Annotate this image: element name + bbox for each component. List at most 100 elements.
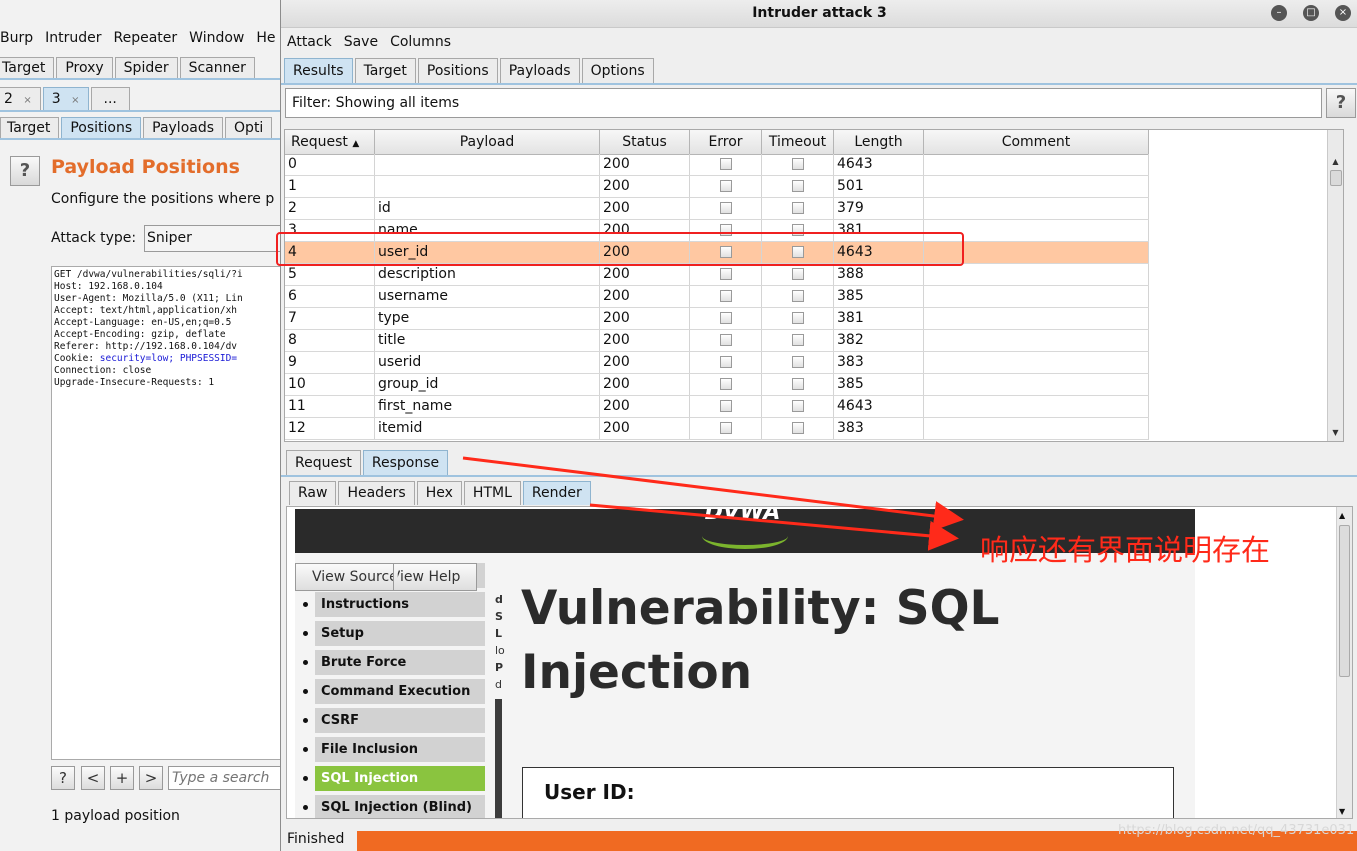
- subtab-positions[interactable]: Positions: [61, 117, 142, 138]
- tab-headers[interactable]: Headers: [338, 481, 415, 505]
- scroll-down-icon[interactable]: ▼: [1339, 807, 1345, 816]
- dvwa-menu-item[interactable]: CSRF: [299, 708, 489, 733]
- maximize-icon[interactable]: □: [1303, 5, 1319, 21]
- help-icon[interactable]: ?: [10, 156, 40, 186]
- menu-help[interactable]: He: [250, 28, 281, 50]
- tab-options[interactable]: Options: [581, 58, 654, 83]
- table-row[interactable]: 4 user_id 200 4643: [285, 242, 1149, 264]
- scroll-down-icon[interactable]: ▼: [1329, 427, 1342, 439]
- column-error[interactable]: Error: [690, 130, 762, 154]
- table-row[interactable]: 3 name 200 381: [285, 220, 1149, 242]
- cell-request: 9: [285, 352, 375, 373]
- scroll-thumb[interactable]: [1330, 170, 1342, 186]
- subtab-payloads[interactable]: Payloads: [143, 117, 224, 138]
- table-row[interactable]: 11 first_name 200 4643: [285, 396, 1149, 418]
- tab-request[interactable]: Request: [286, 450, 361, 475]
- add-button[interactable]: +: [110, 766, 134, 790]
- close-icon[interactable]: ×: [71, 95, 79, 106]
- dvwa-menu-item[interactable]: Setup: [299, 621, 489, 646]
- previous-button[interactable]: <: [81, 766, 105, 790]
- column-comment[interactable]: Comment: [924, 130, 1149, 154]
- attack-tab-3[interactable]: 3 ×: [42, 87, 89, 110]
- tab-target[interactable]: Target: [0, 57, 55, 78]
- results-scrollbar[interactable]: ▲ ▼: [1327, 130, 1343, 441]
- dvwa-menu-item[interactable]: SQL Injection (Blind): [299, 795, 489, 818]
- cell-status: 200: [600, 242, 690, 263]
- table-row[interactable]: 9 userid 200 383: [285, 352, 1149, 374]
- bullet-icon: [303, 718, 308, 723]
- tab-scanner[interactable]: Scanner: [179, 57, 255, 78]
- column-request[interactable]: Request ▲: [285, 130, 375, 154]
- tab-positions[interactable]: Positions: [417, 58, 498, 83]
- cell-request: 10: [285, 374, 375, 395]
- menu-window[interactable]: Window: [183, 28, 250, 50]
- dvwa-menu-item[interactable]: SQL Injection: [299, 766, 489, 791]
- table-row[interactable]: 0 200 4643: [285, 154, 1149, 176]
- scroll-up-icon[interactable]: ▲: [1339, 511, 1345, 520]
- help-icon[interactable]: ?: [1326, 88, 1356, 118]
- attack-type-select[interactable]: Sniper: [144, 225, 282, 252]
- cell-payload: [375, 176, 600, 197]
- attack-tab-more[interactable]: ...: [90, 87, 130, 110]
- column-payload[interactable]: Payload: [375, 130, 600, 154]
- request-editor[interactable]: GET /dvwa/vulnerabilities/sqli/?i Host: 1…: [51, 266, 282, 760]
- tab-hex[interactable]: Hex: [416, 481, 462, 505]
- tab-target[interactable]: Target: [354, 58, 416, 83]
- subtab-target[interactable]: Target: [0, 117, 60, 138]
- dvwa-menu-item[interactable]: File Inclusion: [299, 737, 489, 762]
- table-row[interactable]: 5 description 200 388: [285, 264, 1149, 286]
- table-row[interactable]: 2 id 200 379: [285, 198, 1149, 220]
- menu-columns[interactable]: Columns: [384, 32, 457, 54]
- table-row[interactable]: 1 200 501: [285, 176, 1149, 198]
- view-help-button[interactable]: View Help: [392, 563, 478, 591]
- dvwa-menu-item[interactable]: Command Execution: [299, 679, 489, 704]
- cell-comment: [924, 220, 1149, 241]
- close-icon[interactable]: ×: [23, 95, 31, 106]
- menu-burp[interactable]: Burp: [0, 28, 39, 50]
- column-status[interactable]: Status: [600, 130, 690, 154]
- menu-repeater[interactable]: Repeater: [108, 28, 184, 50]
- dvwa-menu-item[interactable]: Brute Force: [299, 650, 489, 675]
- tab-response[interactable]: Response: [362, 450, 449, 475]
- table-row[interactable]: 8 title 200 382: [285, 330, 1149, 352]
- search-input[interactable]: [168, 766, 282, 790]
- table-row[interactable]: 7 type 200 381: [285, 308, 1149, 330]
- attack-tab-2[interactable]: 2 ×: [0, 87, 41, 110]
- close-icon[interactable]: ×: [1335, 5, 1351, 21]
- checkbox-icon: [791, 356, 804, 368]
- tab-results[interactable]: Results: [284, 58, 353, 83]
- filter-bar[interactable]: Filter: Showing all items: [285, 88, 1322, 118]
- menu-intruder[interactable]: Intruder: [39, 28, 107, 50]
- render-scrollbar[interactable]: ▲ ▼: [1336, 507, 1352, 818]
- menu-attack[interactable]: Attack: [281, 32, 338, 54]
- scroll-thumb[interactable]: [1339, 525, 1350, 677]
- subtab-options[interactable]: Opti: [225, 117, 273, 138]
- cell-payload: userid: [375, 352, 600, 373]
- table-row[interactable]: 6 username 200 385: [285, 286, 1149, 308]
- tab-raw[interactable]: Raw: [289, 481, 337, 505]
- dvwa-menu-item[interactable]: Instructions: [299, 592, 489, 617]
- tab-spider[interactable]: Spider: [114, 57, 178, 78]
- dvwa-side-menu: HomeInstructionsSetupBrute ForceCommand …: [299, 563, 489, 818]
- menu-save[interactable]: Save: [338, 32, 384, 54]
- column-length[interactable]: Length: [834, 130, 924, 154]
- checkbox-icon: [791, 290, 804, 302]
- column-timeout[interactable]: Timeout: [762, 130, 834, 154]
- checkbox-icon: [791, 246, 804, 258]
- cell-request: 8: [285, 330, 375, 351]
- tab-payloads[interactable]: Payloads: [499, 58, 580, 83]
- next-button[interactable]: >: [139, 766, 163, 790]
- tab-render[interactable]: Render: [522, 481, 591, 505]
- minimize-icon[interactable]: –: [1271, 5, 1287, 21]
- tab-html[interactable]: HTML: [463, 481, 521, 505]
- cell-status: 200: [600, 154, 690, 175]
- scroll-up-icon[interactable]: ▲: [1329, 156, 1342, 168]
- cell-status: 200: [600, 374, 690, 395]
- cell-comment: [924, 242, 1149, 263]
- request-line: Referer: http://192.168.0.104/dv: [54, 341, 238, 352]
- help-icon[interactable]: ?: [51, 766, 75, 790]
- table-row[interactable]: 12 itemid 200 383: [285, 418, 1149, 440]
- tab-proxy[interactable]: Proxy: [56, 57, 113, 78]
- request-line: Connection: close: [54, 365, 152, 376]
- table-row[interactable]: 10 group_id 200 385: [285, 374, 1149, 396]
